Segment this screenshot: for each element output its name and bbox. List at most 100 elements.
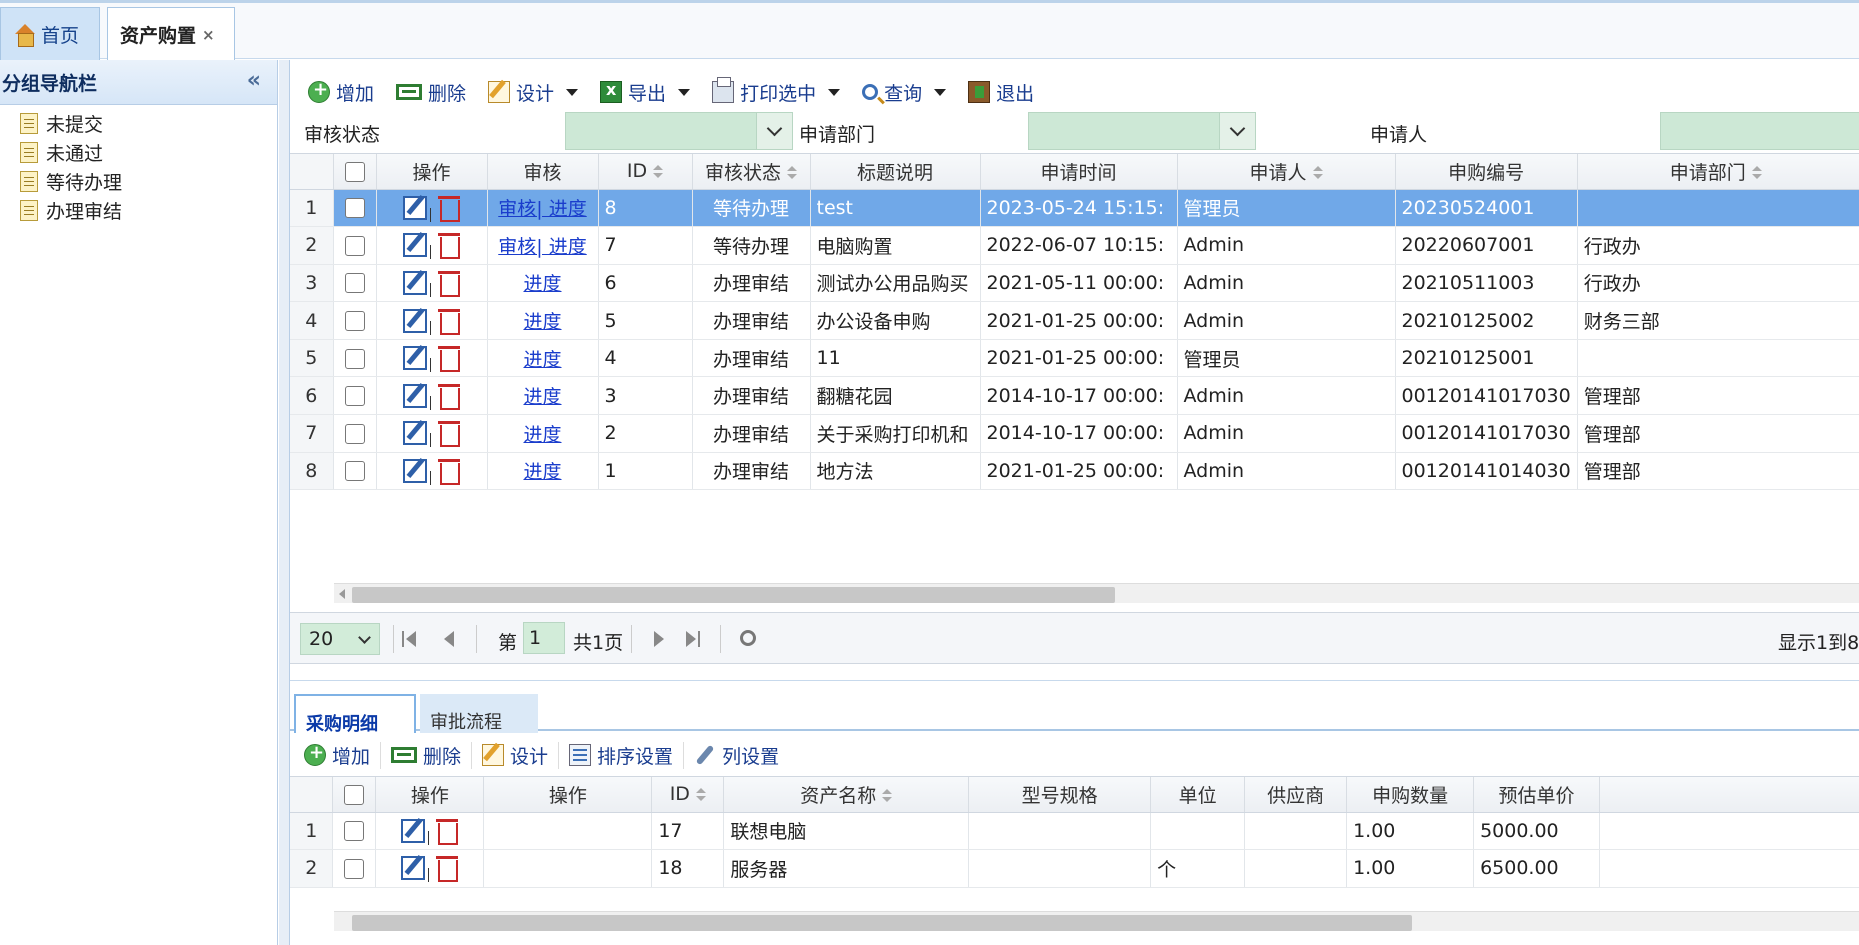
- refresh-icon[interactable]: [740, 630, 756, 646]
- edit-icon[interactable]: [403, 233, 427, 258]
- col-header-person[interactable]: 申请人: [1177, 154, 1396, 190]
- exit-button[interactable]: 退出: [968, 79, 1034, 106]
- status-select[interactable]: [565, 112, 793, 150]
- audit-progress-link[interactable]: 进度: [523, 424, 561, 446]
- tab-purchase-detail[interactable]: 采购明细: [294, 694, 416, 735]
- prev-page-icon[interactable]: [440, 630, 458, 648]
- row-checkbox[interactable]: [333, 189, 377, 228]
- audit-link-cell[interactable]: 进度: [487, 376, 599, 416]
- table-row[interactable]: 1 17 联想电脑 1.00 5000.00: [290, 812, 1859, 851]
- table-row[interactable]: 5 进度 4 办理审结 11 2021-01-25 00:00: 管理员 2021012500…: [290, 339, 1859, 378]
- edit-icon[interactable]: [403, 383, 427, 408]
- col-header-id[interactable]: ID: [598, 154, 693, 190]
- edit-icon[interactable]: [403, 421, 427, 446]
- collapse-icon[interactable]: «: [247, 68, 261, 93]
- export-button[interactable]: 导出: [600, 79, 691, 106]
- row-checkbox[interactable]: [333, 376, 377, 416]
- tab-asset-purchase[interactable]: 资产购置 ×: [107, 7, 235, 62]
- row-checkbox[interactable]: [332, 849, 377, 888]
- select-all-checkbox[interactable]: [333, 154, 377, 190]
- edit-icon[interactable]: [401, 856, 426, 881]
- table-row[interactable]: 2 18 服务器 个 1.00 6500.00: [290, 849, 1859, 888]
- audit-progress-link[interactable]: 进度: [523, 349, 561, 371]
- close-icon[interactable]: ×: [202, 26, 215, 44]
- sidebar-item-unsubmitted[interactable]: 未提交: [0, 109, 277, 138]
- trash-icon[interactable]: [438, 457, 460, 485]
- edit-icon[interactable]: [403, 458, 427, 483]
- page-size-select[interactable]: 20: [300, 623, 380, 655]
- table-row[interactable]: 8 进度 1 办理审结 地方法 2021-01-25 00:00: Admin 0012014…: [290, 452, 1859, 491]
- row-checkbox[interactable]: [332, 812, 377, 851]
- tab-approval-flow[interactable]: 审批流程: [420, 694, 538, 733]
- audit-progress-link[interactable]: 审核| 进度: [498, 198, 586, 220]
- design-button[interactable]: 设计: [488, 79, 579, 106]
- splitter[interactable]: [279, 60, 289, 945]
- last-page-icon[interactable]: [684, 630, 702, 648]
- tab-home[interactable]: 首页: [0, 7, 100, 62]
- detail-sort-settings-button[interactable]: 排序设置: [569, 741, 685, 769]
- detail-select-all-checkbox[interactable]: [332, 777, 377, 813]
- sidebar-item-pending[interactable]: 等待办理: [0, 167, 277, 196]
- chevron-down-icon[interactable]: [756, 113, 792, 149]
- row-checkbox[interactable]: [333, 339, 377, 378]
- delete-button[interactable]: 删除: [396, 79, 466, 106]
- audit-progress-link[interactable]: 审核| 进度: [498, 236, 586, 258]
- row-checkbox[interactable]: [333, 264, 377, 303]
- table-row[interactable]: 2 审核| 进度 7 等待办理 电脑购置 2022-06-07 10:15: Admin 20…: [290, 226, 1859, 265]
- search-button[interactable]: 查询: [862, 79, 947, 106]
- detail-delete-button[interactable]: 删除: [391, 741, 473, 769]
- row-checkbox[interactable]: [333, 452, 377, 491]
- audit-progress-link[interactable]: 进度: [523, 386, 561, 408]
- trash-icon[interactable]: [436, 817, 459, 845]
- detail-design-button[interactable]: 设计: [482, 741, 560, 769]
- col-header-status[interactable]: 审核状态: [692, 154, 811, 190]
- page-number-input[interactable]: 1: [523, 622, 565, 654]
- detail-horizontal-scrollbar[interactable]: [334, 911, 1859, 931]
- trash-icon[interactable]: [438, 382, 460, 410]
- row-checkbox[interactable]: [333, 414, 377, 453]
- detail-col-id[interactable]: ID: [651, 777, 725, 813]
- col-header-dept[interactable]: 申请部门: [1577, 154, 1859, 190]
- edit-icon[interactable]: [401, 818, 426, 843]
- edit-icon[interactable]: [403, 308, 427, 333]
- trash-icon[interactable]: [438, 344, 460, 373]
- trash-icon[interactable]: [438, 269, 460, 297]
- edit-icon[interactable]: [403, 270, 427, 295]
- audit-progress-link[interactable]: 进度: [523, 273, 561, 295]
- table-row[interactable]: 7 进度 2 办理审结 关于采购打印机和 2014-10-17 00:00: Admin 00…: [290, 414, 1859, 453]
- row-checkbox[interactable]: [333, 226, 377, 265]
- trash-icon[interactable]: [438, 307, 460, 335]
- detail-column-settings-button[interactable]: 列设置: [694, 742, 789, 769]
- table-row[interactable]: 4 进度 5 办理审结 办公设备申购 2021-01-25 00:00: Admin 2021…: [290, 301, 1859, 340]
- audit-link-cell[interactable]: 进度: [487, 452, 599, 491]
- first-page-icon[interactable]: [402, 630, 420, 648]
- trash-icon[interactable]: [438, 194, 460, 222]
- detail-add-button[interactable]: 增加: [304, 741, 382, 769]
- table-row[interactable]: 1 审核| 进度 8 等待办理 test 2023-05-24 15:15: 管理员 2023…: [290, 189, 1859, 228]
- trash-icon[interactable]: [438, 231, 460, 260]
- table-row[interactable]: 3 进度 6 办理审结 测试办公用品购买 2021-05-11 00:00: Admin 20…: [290, 264, 1859, 303]
- row-checkbox[interactable]: [333, 301, 377, 340]
- trash-icon[interactable]: [438, 419, 460, 448]
- audit-link-cell[interactable]: 审核| 进度: [487, 226, 599, 265]
- detail-col-asset-name[interactable]: 资产名称: [723, 777, 970, 813]
- table-row[interactable]: 6 进度 3 办理审结 翻糖花园 2014-10-17 00:00: Admin 001201…: [290, 376, 1859, 416]
- add-button[interactable]: 增加: [308, 79, 374, 106]
- person-input[interactable]: [1660, 112, 1859, 150]
- audit-link-cell[interactable]: 审核| 进度: [487, 189, 599, 228]
- audit-progress-link[interactable]: 进度: [523, 311, 561, 333]
- next-page-icon[interactable]: [650, 630, 668, 648]
- edit-icon[interactable]: [403, 346, 427, 371]
- sidebar-item-completed[interactable]: 办理审结: [0, 196, 277, 225]
- audit-link-cell[interactable]: 进度: [487, 264, 599, 303]
- audit-link-cell[interactable]: 进度: [487, 339, 599, 378]
- print-selected-button[interactable]: 打印选中: [712, 77, 841, 106]
- sidebar-item-rejected[interactable]: 未通过: [0, 138, 277, 167]
- trash-icon[interactable]: [436, 854, 459, 883]
- main-horizontal-scrollbar[interactable]: [334, 583, 1859, 603]
- audit-progress-link[interactable]: 进度: [523, 461, 561, 483]
- chevron-down-icon[interactable]: [1219, 113, 1255, 149]
- edit-icon[interactable]: [403, 195, 427, 220]
- dept-select[interactable]: [1028, 112, 1256, 150]
- audit-link-cell[interactable]: 进度: [487, 414, 599, 453]
